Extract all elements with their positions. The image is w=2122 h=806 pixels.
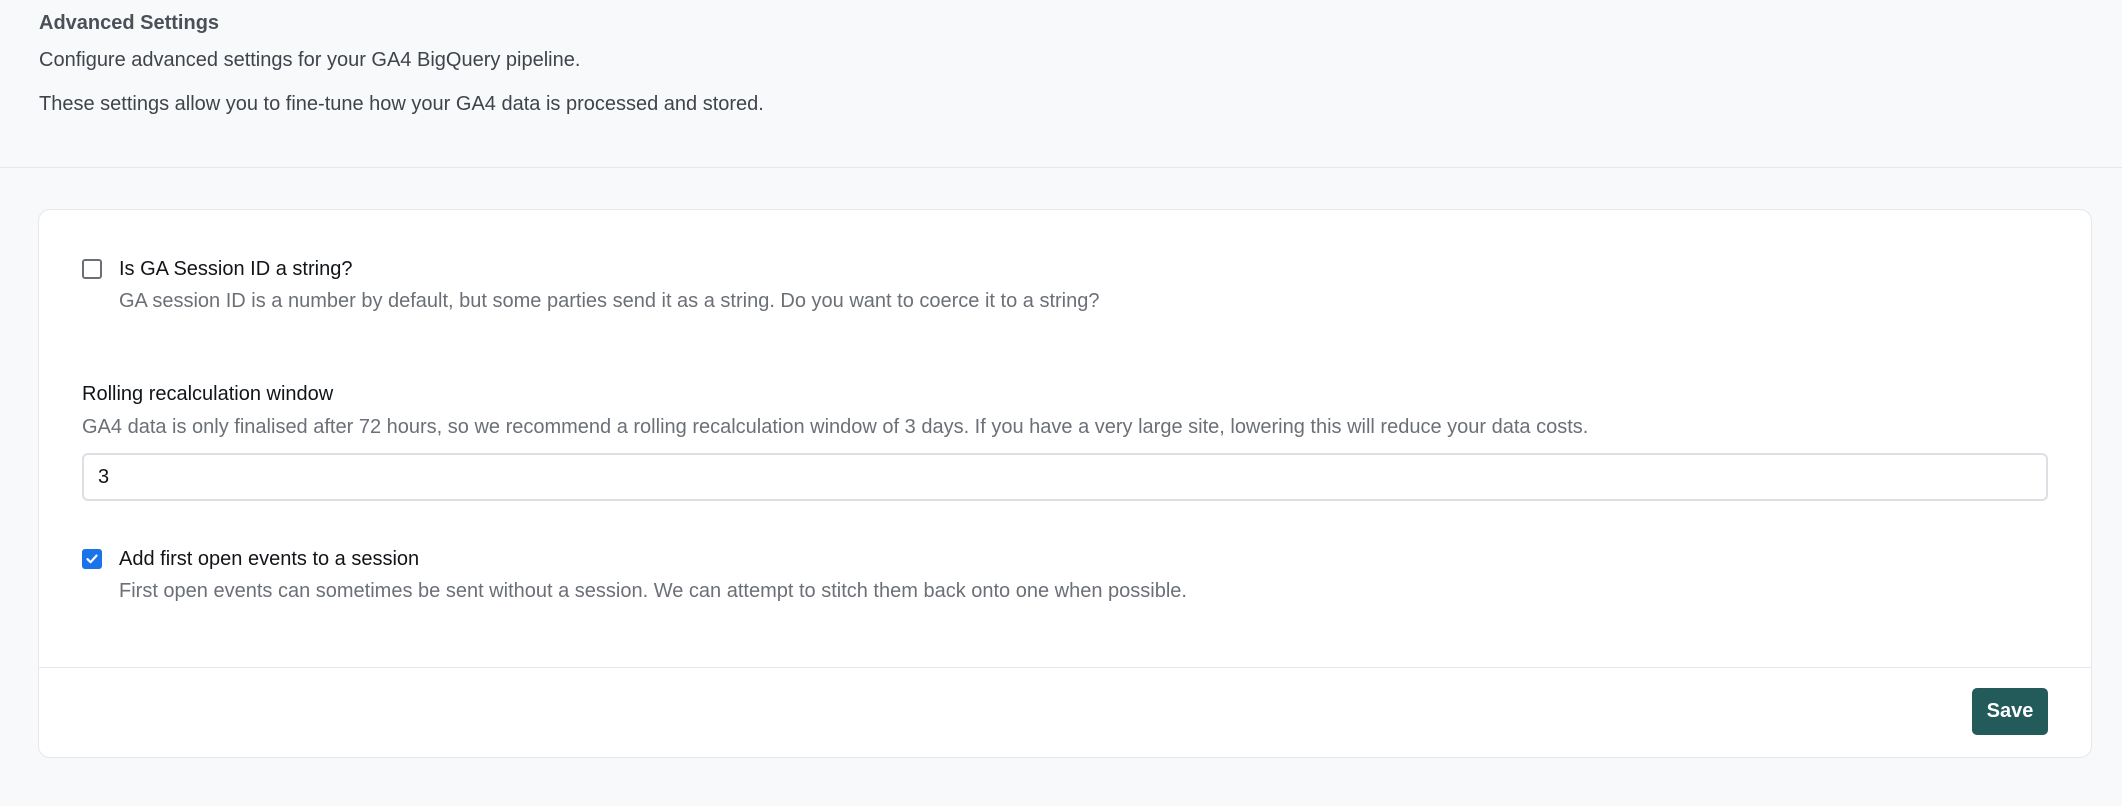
first-open-events-label[interactable]: Add first open events to a session (119, 548, 419, 571)
first-open-events-help: First open events can sometimes be sent … (119, 580, 1187, 602)
card-footer-divider (39, 667, 2091, 668)
rolling-window-input[interactable] (82, 453, 2048, 501)
settings-header: Advanced Settings Configure advanced set… (0, 0, 2122, 168)
session-id-string-help: GA session ID is a number by default, bu… (119, 290, 1100, 312)
checkmark-icon (86, 554, 98, 564)
rolling-window-label: Rolling recalculation window (82, 383, 334, 405)
first-open-events-checkbox[interactable] (82, 549, 102, 569)
page-description: Configure advanced settings for your GA4… (39, 49, 581, 71)
save-button[interactable]: Save (1972, 688, 2048, 735)
rolling-window-help: GA4 data is only finalised after 72 hour… (82, 416, 1589, 438)
page-description-secondary: These settings allow you to fine-tune ho… (39, 93, 764, 115)
settings-card: Is GA Session ID a string? GA session ID… (38, 209, 2092, 758)
session-id-string-checkbox[interactable] (82, 259, 102, 279)
page-title: Advanced Settings (39, 12, 220, 34)
session-id-string-label[interactable]: Is GA Session ID a string? (119, 258, 352, 281)
